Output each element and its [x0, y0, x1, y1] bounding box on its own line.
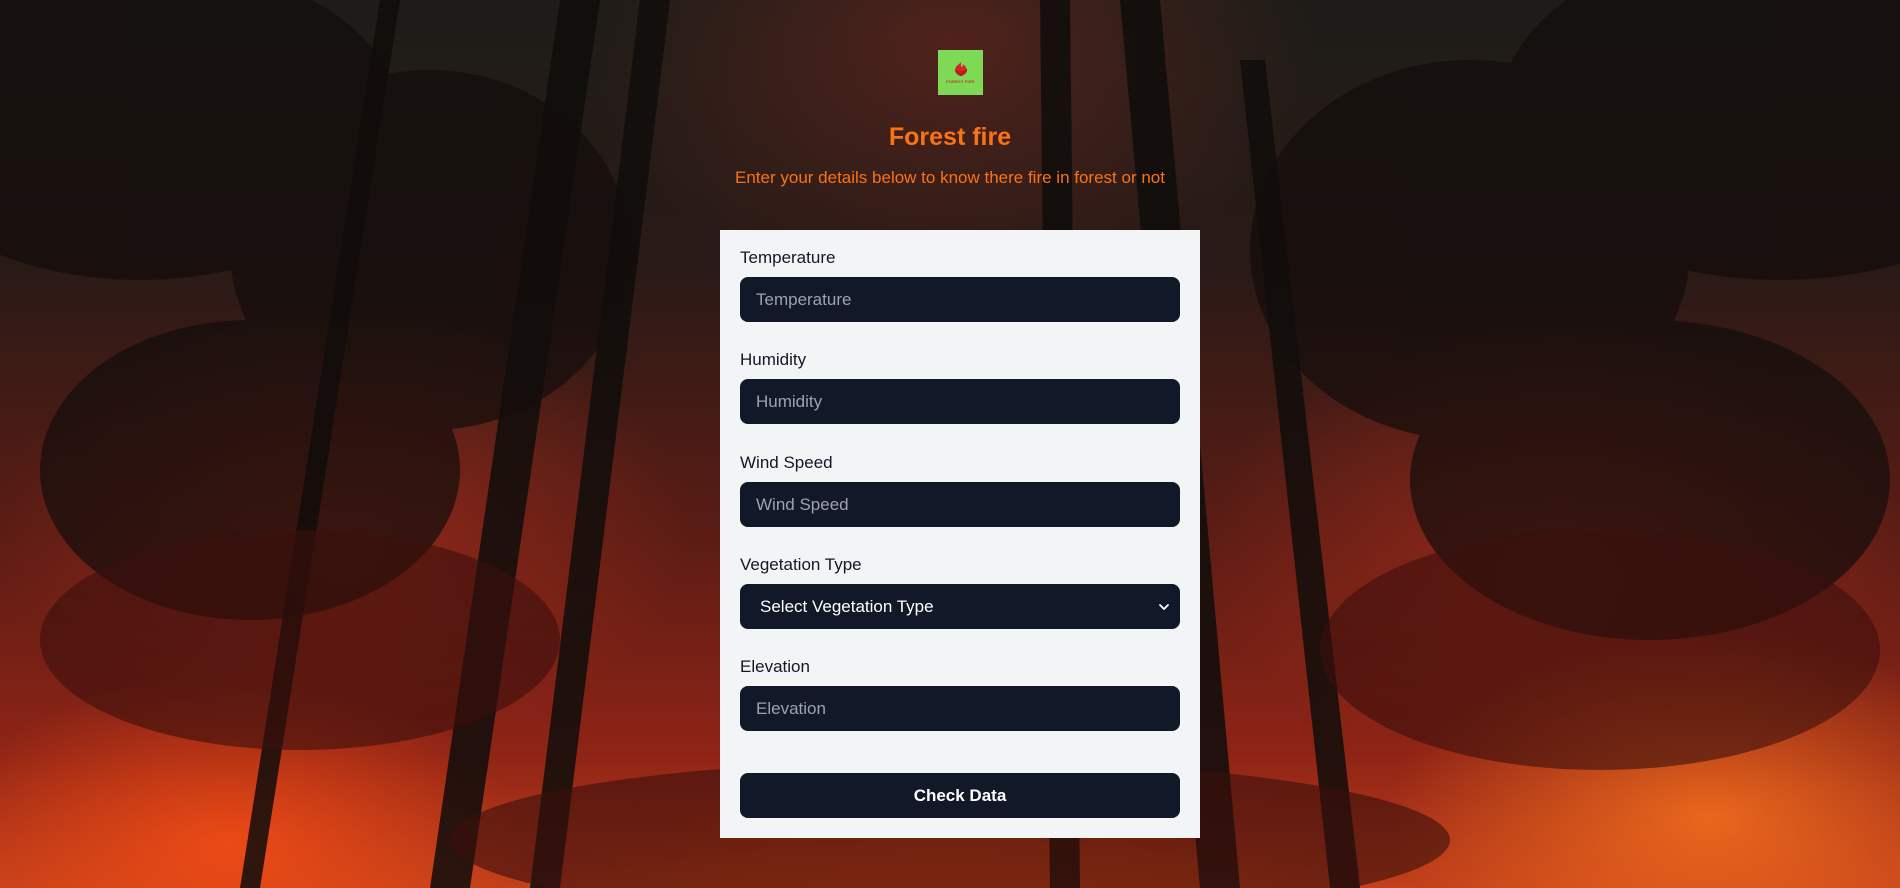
humidity-input[interactable]: [740, 379, 1180, 424]
wind-speed-field: Wind Speed: [740, 453, 1180, 527]
vegetation-type-select[interactable]: Select Vegetation Type: [740, 584, 1180, 629]
vegetation-type-label: Vegetation Type: [740, 555, 862, 574]
temperature-field: Temperature: [740, 248, 1180, 322]
flame-logo-icon: [954, 62, 967, 76]
temperature-input[interactable]: [740, 277, 1180, 322]
forest-fire-logo: FOREST FIRE: [938, 50, 983, 95]
elevation-field: Elevation: [740, 657, 1180, 731]
chevron-down-icon: [1159, 603, 1169, 610]
vegetation-type-field: Vegetation Type Select Vegetation Type: [740, 555, 1180, 629]
logo-text: FOREST FIRE: [946, 79, 975, 84]
temperature-label: Temperature: [740, 248, 836, 267]
elevation-label: Elevation: [740, 657, 810, 676]
vegetation-type-selected: Select Vegetation Type: [760, 596, 934, 616]
humidity-field: Humidity: [740, 350, 1180, 424]
humidity-label: Humidity: [740, 350, 807, 369]
page: FOREST FIRE Forest fire Enter your detai…: [0, 0, 1900, 888]
page-title: Forest fire: [888, 123, 1012, 151]
elevation-input[interactable]: [740, 686, 1180, 731]
check-data-button[interactable]: Check Data: [740, 773, 1180, 818]
wind-speed-label: Wind Speed: [740, 453, 833, 472]
page-subtitle: Enter your details below to know there f…: [735, 168, 1165, 187]
prediction-form: Temperature Humidity Wind Speed Vegetati…: [720, 230, 1200, 838]
wind-speed-input[interactable]: [740, 482, 1180, 527]
